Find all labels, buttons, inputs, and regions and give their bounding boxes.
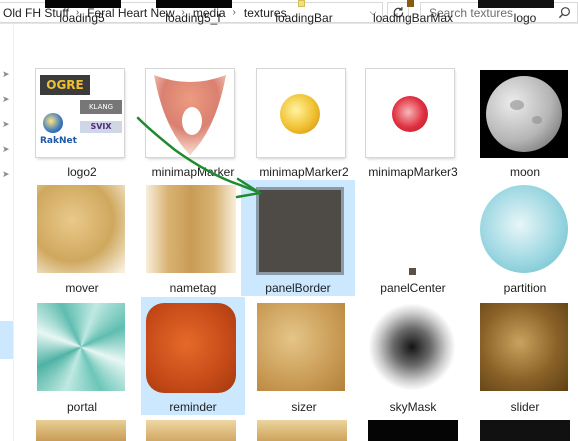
file-name: minimapMarker2 [259,165,349,179]
file-name: loadingBar [275,11,333,25]
file-name: loading5 [59,11,105,25]
thumbnail [257,69,345,157]
thumbnail [409,268,416,275]
file-name: minimapMarker3 [368,165,458,179]
raknet-globe [43,113,63,133]
file-name: partition [503,281,547,295]
pin-icon[interactable]: ➤ [2,120,11,129]
thumbnail [480,303,568,391]
file-name: mover [65,281,99,295]
file-item-sizer[interactable]: sizer [252,297,356,414]
file-item-logo2[interactable]: OGRE KLANG SVIX RakNet logo2 [30,64,134,180]
file-name: portal [66,400,98,414]
thumbnail [37,303,125,391]
marker-shape [154,75,226,155]
file-name: sizer [291,400,317,414]
file-name: skyMask [389,400,437,414]
file-item-partial[interactable] [480,420,570,441]
file-item-partial[interactable] [368,420,458,441]
navigation-selected-item[interactable] [0,321,13,359]
file-name: panelBorder [265,281,331,295]
thumbnail [480,70,568,158]
yellow-orb [280,94,320,134]
thumbnail [368,303,456,391]
file-item-minimapmarker3[interactable]: minimapMarker3 [361,64,465,180]
file-item-partial[interactable] [257,420,347,441]
file-item-partial[interactable] [36,420,126,441]
pin-icon[interactable]: ➤ [2,70,11,79]
file-item-skymask[interactable]: skyMask [361,297,465,414]
file-item-moon[interactable]: moon [473,64,577,180]
thumbnail [298,0,305,7]
moon-crater [510,100,524,110]
thumbnail: OGRE KLANG SVIX RakNet [36,69,124,157]
thumbnail [480,185,568,273]
thumbnail [146,303,236,393]
thumbnail [366,69,454,157]
thumbnail [256,187,344,275]
file-name: panelCenter [380,281,446,295]
moon-crater [532,116,542,124]
file-name: minimapMarker [151,165,235,179]
raknet-logo: RakNet [40,136,77,146]
file-name: loadingBarMax [372,11,454,25]
file-item-panelborder[interactable]: panelBorder [241,180,355,296]
thumbnail [156,0,232,8]
file-item-partition[interactable]: partition [473,180,577,296]
file-item-minimapmarker[interactable]: minimapMarker [141,64,245,180]
file-name: reminder [169,400,217,414]
file-item-reminder[interactable]: reminder [141,297,245,415]
thumbnail [45,0,121,8]
thumbnail [37,185,125,273]
file-item-nametag[interactable]: nametag [141,180,245,296]
file-item-panelcenter[interactable]: panelCenter [361,180,465,296]
thumbnail [407,0,414,7]
file-name: logo [513,11,537,25]
file-name: loading5_f [165,11,221,25]
thumbnail [257,303,345,391]
file-item-partial[interactable] [146,420,236,441]
thumbnail [146,69,234,157]
navigation-pane: ➤ ➤ ➤ ➤ ➤ [0,25,14,441]
ogre-logo: OGRE [40,75,90,95]
klang-logo: KLANG [80,100,122,114]
file-name: slider [510,400,540,414]
file-name: logo2 [67,165,97,179]
pin-icon[interactable]: ➤ [2,170,11,179]
svix-logo: SVIX [80,121,122,133]
file-name: nametag [169,281,217,295]
pin-icon[interactable]: ➤ [2,145,11,154]
file-item-mover[interactable]: mover [30,180,134,296]
file-item-minimapmarker2[interactable]: minimapMarker2 [252,64,356,180]
file-item-slider[interactable]: slider [473,297,577,414]
moon-sphere [486,76,562,152]
thumbnail [478,0,554,8]
red-orb [392,96,428,132]
file-name: moon [509,165,541,179]
file-item-portal[interactable]: portal [30,297,134,414]
thumbnail [146,185,236,273]
pin-icon[interactable]: ➤ [2,95,11,104]
